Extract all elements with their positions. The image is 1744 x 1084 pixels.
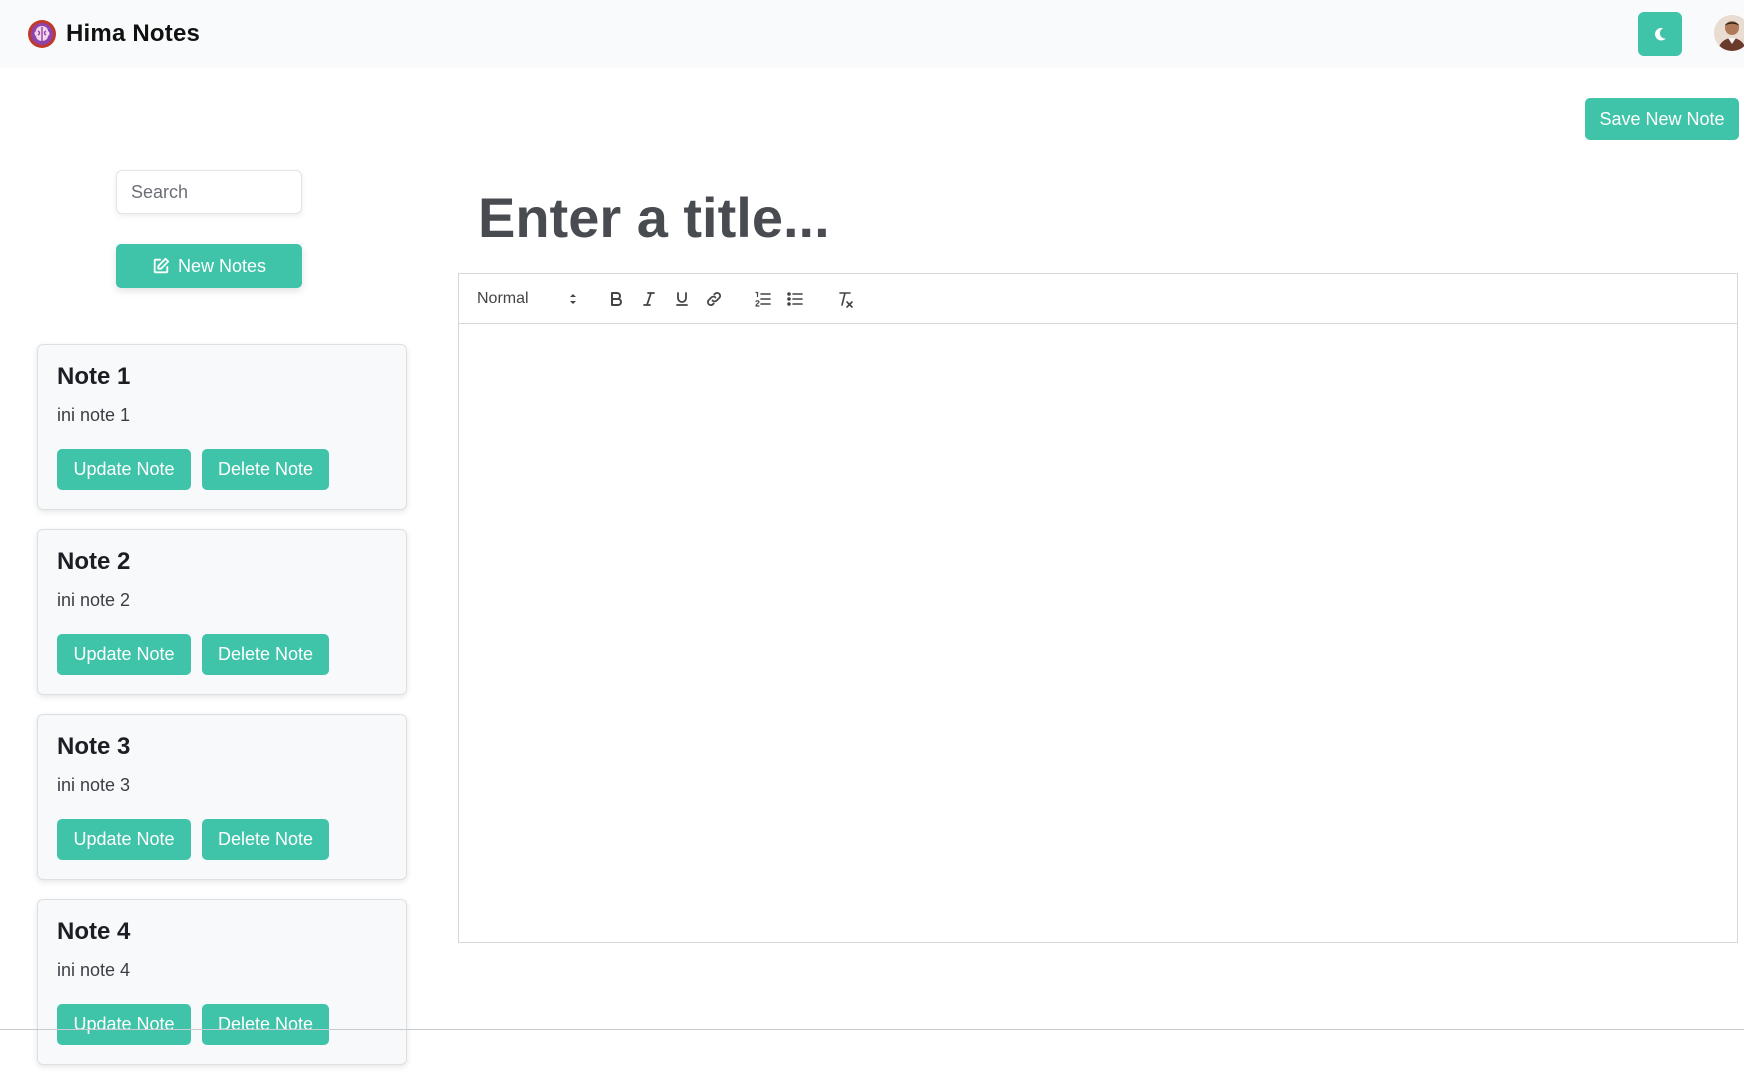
italic-icon: [643, 292, 655, 306]
moon-icon: [1654, 27, 1666, 41]
note-actions: Update Note Delete Note: [57, 819, 329, 860]
note-card[interactable]: Note 4 ini note 4 Update Note Delete Not…: [37, 899, 407, 1065]
theme-toggle-button[interactable]: [1638, 12, 1682, 56]
note-title: Note 1: [57, 363, 131, 390]
link-button[interactable]: [702, 287, 726, 311]
note-card[interactable]: Note 3 ini note 3 Update Note Delete Not…: [37, 714, 407, 880]
note-actions: Update Note Delete Note: [57, 449, 329, 490]
update-note-button[interactable]: Update Note: [57, 449, 191, 490]
italic-button[interactable]: [637, 287, 661, 311]
delete-note-button[interactable]: Delete Note: [202, 634, 329, 675]
format-select-value: Normal: [477, 290, 529, 307]
avatar[interactable]: [1714, 15, 1744, 51]
editor-body[interactable]: [459, 324, 1737, 942]
brand[interactable]: Hima Notes: [26, 18, 200, 50]
edit-icon: [153, 257, 170, 274]
brand-name: Hima Notes: [66, 20, 201, 47]
delete-note-button[interactable]: Delete Note: [202, 449, 329, 490]
ordered-list-button[interactable]: [751, 287, 775, 311]
note-body: ini note 1: [57, 405, 131, 425]
note-body: ini note 3: [57, 775, 131, 795]
note-list: Note 1 ini note 1 Update Note Delete Not…: [37, 344, 407, 1084]
bold-button[interactable]: [604, 287, 628, 311]
note-title: Note 2: [57, 548, 131, 575]
divider: [0, 1029, 1744, 1030]
save-new-note-button[interactable]: Save New Note: [1585, 98, 1739, 140]
underline-button[interactable]: [670, 287, 694, 311]
note-actions: Update Note Delete Note: [57, 1004, 329, 1045]
note-body: ini note 2: [57, 590, 131, 610]
clear-format-icon: [839, 292, 853, 308]
link-icon: [707, 292, 721, 306]
navbar: Hima Notes: [0, 0, 1744, 68]
note-title: Note 4: [57, 918, 131, 945]
format-select[interactable]: Normal: [477, 288, 577, 310]
new-notes-label: New Notes: [177, 255, 267, 276]
select-arrows-icon: [570, 294, 576, 304]
note-title: Note 3: [57, 733, 131, 760]
search-input[interactable]: [116, 170, 302, 214]
note-card[interactable]: Note 1 ini note 1 Update Note Delete Not…: [37, 344, 407, 510]
note-body: ini note 4: [57, 960, 131, 980]
underline-icon: [676, 292, 688, 306]
new-notes-button[interactable]: New Notes: [116, 244, 302, 288]
update-note-button[interactable]: Update Note: [57, 634, 191, 675]
ordered-list-icon: [755, 291, 771, 307]
note-actions: Update Note Delete Note: [57, 634, 329, 675]
delete-note-button[interactable]: Delete Note: [202, 1004, 329, 1045]
clear-format-button[interactable]: [833, 287, 857, 311]
delete-note-button[interactable]: Delete Note: [202, 819, 329, 860]
note-title-input[interactable]: [478, 180, 1578, 254]
brain-logo-icon: [28, 20, 56, 48]
editor-toolbar: Normal: [459, 274, 1737, 324]
update-note-button[interactable]: Update Note: [57, 1004, 191, 1045]
update-note-button[interactable]: Update Note: [57, 819, 191, 860]
user-avatar-icon: [1714, 15, 1744, 51]
bullet-list-button[interactable]: [783, 287, 807, 311]
note-card[interactable]: Note 2 ini note 2 Update Note Delete Not…: [37, 529, 407, 695]
bullet-list-icon: [787, 292, 803, 306]
rich-text-editor: Normal: [458, 273, 1738, 943]
bold-icon: [611, 292, 622, 306]
